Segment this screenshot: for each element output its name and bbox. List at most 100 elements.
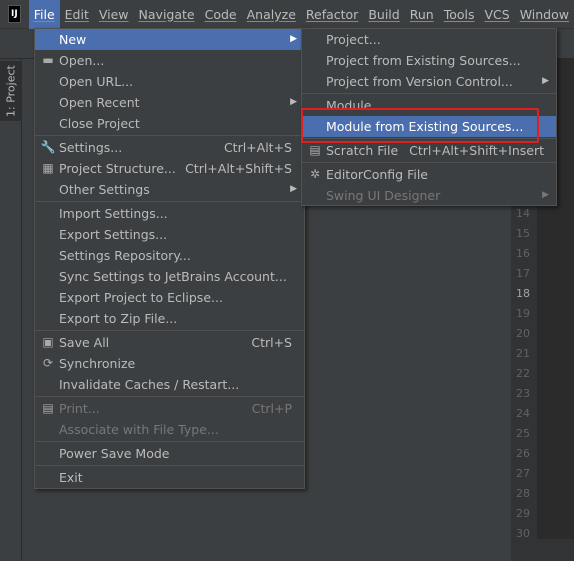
menu-build[interactable]: Build	[363, 0, 404, 29]
save-icon: ▣	[42, 335, 54, 349]
shortcut-label: Ctrl+P	[251, 401, 292, 416]
line-number: 29	[516, 507, 530, 520]
menu-item-label: Associate with File Type...	[59, 422, 219, 437]
menu-navigate[interactable]: Navigate	[134, 0, 200, 29]
menu-separator	[302, 162, 556, 163]
menu-item-label: Open URL...	[59, 74, 134, 89]
menu-vcs[interactable]: VCS	[479, 0, 514, 29]
menu-window[interactable]: Window	[515, 0, 574, 29]
line-number: 28	[516, 487, 530, 500]
folder-icon: ▬	[42, 53, 54, 67]
menu-code[interactable]: Code	[200, 0, 242, 29]
project-tool-tab[interactable]: 1: Project	[0, 61, 22, 121]
menu-item-label: Settings...	[59, 140, 123, 155]
menu-item-label: Save All	[59, 335, 110, 350]
menu-item-sync-settings-to-jetbrains-account[interactable]: Sync Settings to JetBrains Account...	[35, 266, 304, 287]
menu-item-close-project[interactable]: Close Project	[35, 113, 304, 134]
menu-separator	[302, 93, 556, 94]
menu-view[interactable]: View	[94, 0, 134, 29]
menu-item-other-settings[interactable]: Other Settings ▶	[35, 179, 304, 200]
menu-item-save-all[interactable]: ▣ Save All Ctrl+S	[35, 332, 304, 353]
menu-item-open-recent[interactable]: Open Recent ▶	[35, 92, 304, 113]
menu-separator	[35, 330, 304, 331]
wrench-icon: 🔧	[40, 140, 56, 154]
menu-tools[interactable]: Tools	[439, 0, 480, 29]
menu-item-new[interactable]: New ▶	[35, 29, 304, 50]
menu-item-open-url[interactable]: Open URL...	[35, 71, 304, 92]
line-number: 24	[516, 407, 530, 420]
menu-item-project-structure[interactable]: ▦ Project Structure... Ctrl+Alt+Shift+S	[35, 158, 304, 179]
menu-item-editorconfig-file[interactable]: ✲ EditorConfig File	[302, 164, 556, 185]
shortcut-label: Ctrl+S	[251, 335, 292, 350]
menu-item-power-save-mode[interactable]: Power Save Mode	[35, 443, 304, 464]
menu-separator	[35, 465, 304, 466]
menu-item-project-from-version-control[interactable]: Project from Version Control... ▶	[302, 71, 556, 92]
menu-item-open[interactable]: ▬ Open...	[35, 50, 304, 71]
line-number: 19	[516, 307, 530, 320]
menu-item-label: EditorConfig File	[326, 167, 428, 182]
menu-item-associate-with-file-type[interactable]: Associate with File Type...	[35, 419, 304, 440]
menu-run[interactable]: Run	[405, 0, 439, 29]
line-number: 14	[516, 207, 530, 220]
menu-item-label: Export Project to Eclipse...	[59, 290, 223, 305]
line-number: 18	[516, 287, 530, 300]
submenu-arrow-icon: ▶	[290, 184, 297, 194]
menu-item-label: Print...	[59, 401, 100, 416]
menu-item-label: Invalidate Caches / Restart...	[59, 377, 240, 392]
menu-edit[interactable]: Edit	[60, 0, 94, 29]
shortcut-label: Ctrl+Alt+Shift+Insert	[409, 143, 544, 158]
menu-item-print[interactable]: ▤ Print... Ctrl+P	[35, 398, 304, 419]
line-number: 30	[516, 527, 530, 540]
line-number: 27	[516, 467, 530, 480]
submenu-arrow-icon: ▶	[542, 76, 549, 86]
line-number: 25	[516, 427, 530, 440]
menu-item-label: Close Project	[59, 116, 140, 131]
menu-item-label: Import Settings...	[59, 206, 168, 221]
menu-bar: IJ File Edit View Navigate Code Analyze Refact…	[0, 0, 574, 29]
annotation-highlight-box	[301, 108, 539, 143]
submenu-arrow-icon: ▶	[542, 190, 549, 200]
menu-item-project[interactable]: Project...	[302, 29, 556, 50]
submenu-arrow-icon: ▶	[290, 97, 297, 107]
shortcut-label: Ctrl+Alt+S	[223, 140, 292, 155]
menu-item-scratch-file[interactable]: ▤ Scratch File Ctrl+Alt+Shift+Insert	[302, 140, 556, 161]
menu-item-label: Other Settings	[59, 182, 150, 197]
menu-separator	[35, 135, 304, 136]
file-menu: New ▶ ▬ Open... Open URL... Open Recent ▶ Close…	[34, 28, 305, 489]
menu-item-label: Project...	[326, 32, 381, 47]
submenu-arrow-icon: ▶	[290, 34, 297, 44]
menu-analyze[interactable]: Analyze	[242, 0, 301, 29]
menu-refactor[interactable]: Refactor	[301, 0, 363, 29]
menu-item-label: New	[59, 32, 87, 47]
menu-item-label: Sync Settings to JetBrains Account...	[59, 269, 287, 284]
line-number: 16	[516, 247, 530, 260]
menu-item-project-from-existing-sources[interactable]: Project from Existing Sources...	[302, 50, 556, 71]
tool-window-strip: 1: Project	[0, 59, 22, 561]
menu-item-import-settings[interactable]: Import Settings...	[35, 203, 304, 224]
menu-item-settings[interactable]: 🔧 Settings... Ctrl+Alt+S	[35, 137, 304, 158]
project-structure-icon: ▦	[42, 161, 54, 175]
print-icon: ▤	[42, 401, 54, 415]
menu-item-export-project-to-eclipse[interactable]: Export Project to Eclipse...	[35, 287, 304, 308]
menu-item-export-settings[interactable]: Export Settings...	[35, 224, 304, 245]
menu-item-settings-repository[interactable]: Settings Repository...	[35, 245, 304, 266]
menu-item-synchronize[interactable]: ⟳ Synchronize	[35, 353, 304, 374]
line-number: 17	[516, 267, 530, 280]
menu-item-exit[interactable]: Exit	[35, 467, 304, 488]
menu-file[interactable]: File	[28, 0, 60, 29]
line-number: 15	[516, 227, 530, 240]
sync-icon: ⟳	[42, 356, 54, 370]
line-number: 22	[516, 367, 530, 380]
menu-item-label: Project from Existing Sources...	[326, 53, 521, 68]
line-number: 23	[516, 387, 530, 400]
menu-item-invalidate-caches-restart[interactable]: Invalidate Caches / Restart...	[35, 374, 304, 395]
intellij-logo: IJ	[8, 5, 21, 23]
menu-item-label: Open Recent	[59, 95, 140, 110]
menu-item-swing-ui-designer[interactable]: Swing UI Designer ▶	[302, 185, 556, 206]
menu-item-label: Export to Zip File...	[59, 311, 178, 326]
menu-item-label: Project Structure...	[59, 161, 176, 176]
menu-item-export-to-zip-file[interactable]: Export to Zip File...	[35, 308, 304, 329]
menu-item-label: Project from Version Control...	[326, 74, 513, 89]
gear-icon: ✲	[309, 167, 321, 181]
menu-item-label: Exit	[59, 470, 83, 485]
